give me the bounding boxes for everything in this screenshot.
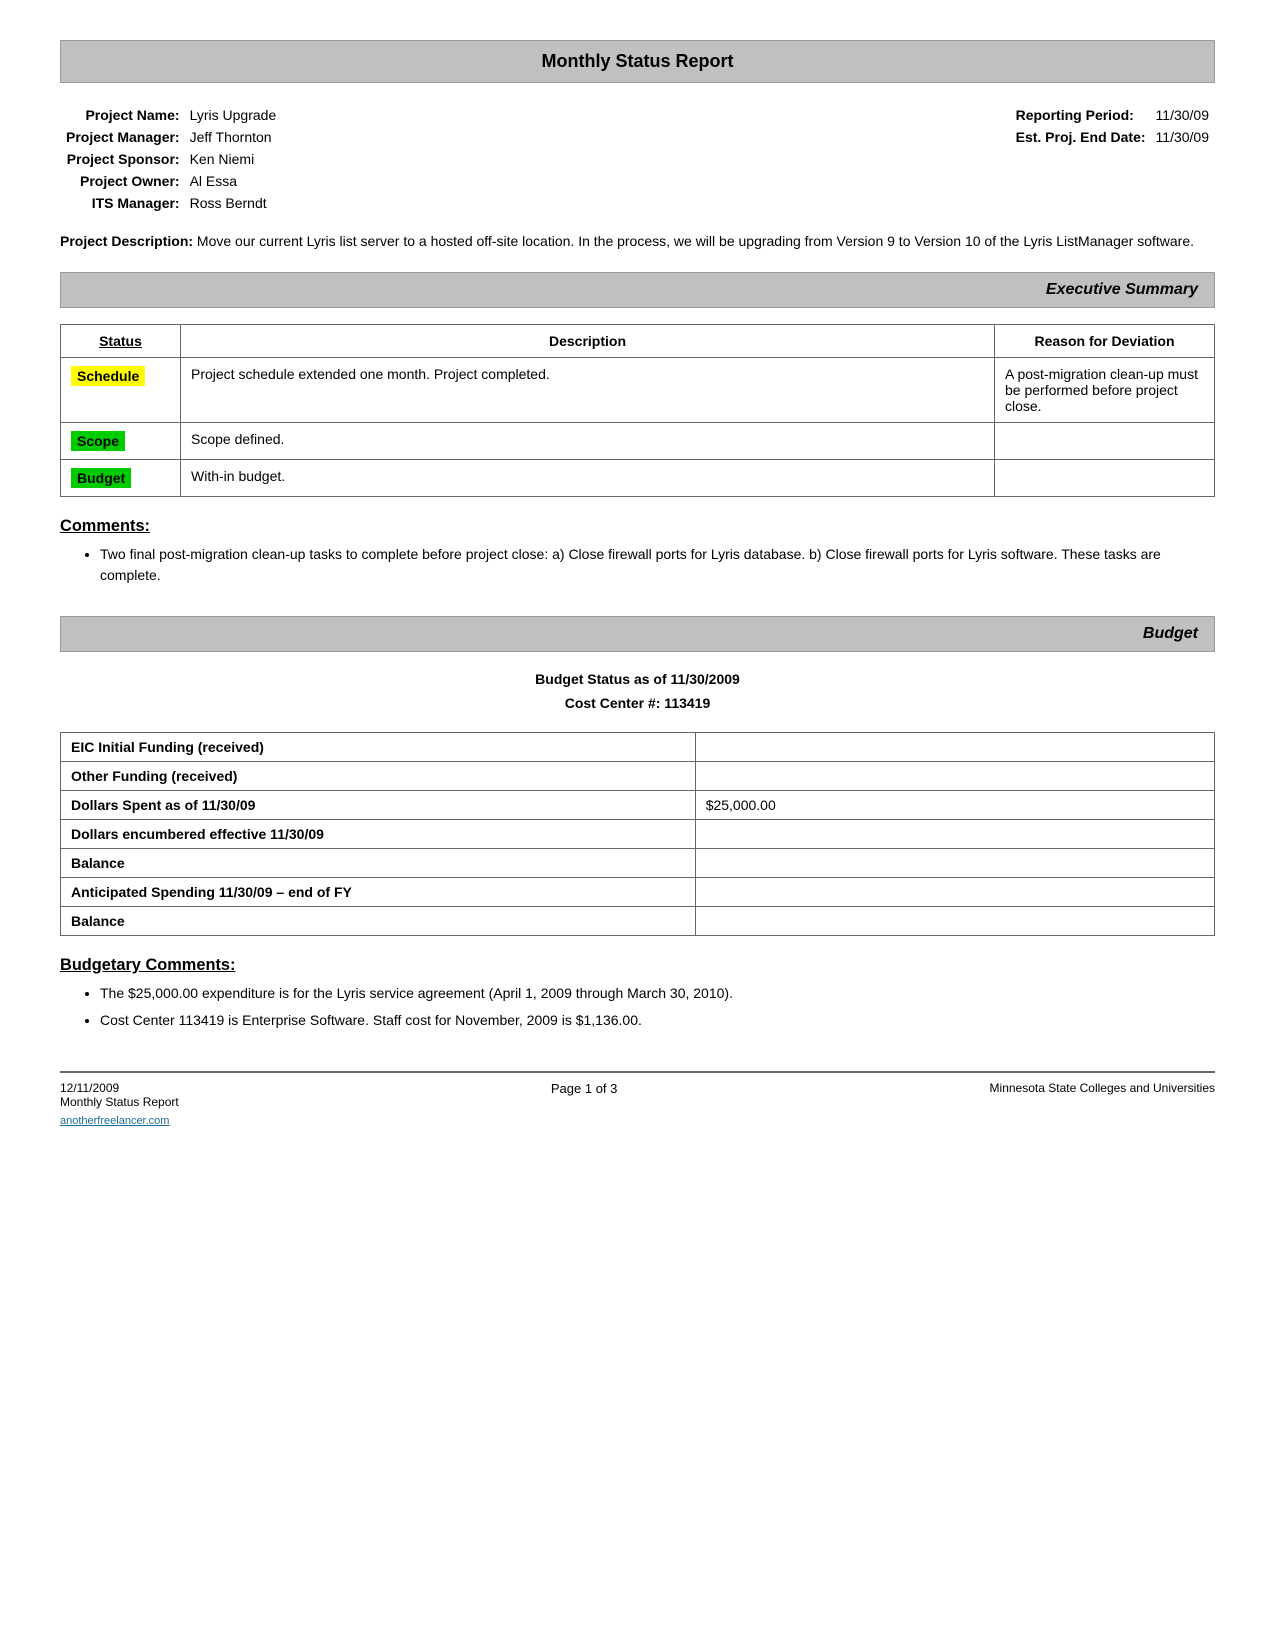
executive-summary-header: Executive Summary [60,272,1215,308]
schedule-status-cell: Schedule [61,358,181,423]
other-funding-value [695,761,1214,790]
project-description: Project Description: Move our current Ly… [60,231,1215,252]
list-item: Two final post-migration clean-up tasks … [100,544,1215,586]
reason-col-header: Reason for Deviation [995,325,1215,358]
dollars-spent-value: $25,000.00 [695,790,1214,819]
budget-status-line1: Budget Status as of 11/30/2009 [60,668,1215,692]
budget-table: EIC Initial Funding (received) Other Fun… [60,732,1215,936]
table-row: Balance [61,848,1215,877]
table-row: Schedule Project schedule extended one m… [61,358,1215,423]
budgetary-comments-section: Budgetary Comments: The $25,000.00 expen… [60,956,1215,1031]
budget-title-box: Budget Status as of 11/30/2009 Cost Cent… [60,668,1215,716]
balance-value-2 [695,906,1214,935]
footer-report-name: Monthly Status Report [60,1095,179,1109]
watermark: anotherfreelancer.com [60,1115,1215,1127]
footer-center: Page 1 of 3 [551,1081,618,1096]
description-col-header: Description [181,325,995,358]
budget-description-cell: With-in budget. [181,460,995,497]
executive-summary-title: Executive Summary [77,281,1198,299]
est-end-date-label: Est. Proj. End Date: [1012,127,1150,147]
dollars-spent-label: Dollars Spent as of 11/30/09 [61,790,696,819]
project-manager-label: Project Manager: [62,127,184,147]
status-table: Status Description Reason for Deviation … [60,324,1215,497]
project-info-right: Reporting Period: 11/30/09 Est. Proj. En… [1010,103,1215,215]
page-title-bar: Monthly Status Report [60,40,1215,83]
schedule-badge: Schedule [71,366,145,386]
footer-page-info: Page 1 of 3 [551,1081,618,1096]
budgetary-comments-label: Budgetary Comments: [60,956,1215,975]
other-funding-label: Other Funding (received) [61,761,696,790]
anticipated-spending-value [695,877,1214,906]
comments-section: Comments: Two final post-migration clean… [60,517,1215,586]
budgetary-comments-list: The $25,000.00 expenditure is for the Ly… [100,983,1215,1031]
budget-section-header: Budget [60,616,1215,652]
its-manager-label: ITS Manager: [62,193,184,213]
footer-left: 12/11/2009 Monthly Status Report [60,1081,179,1109]
balance-label-2: Balance [61,906,696,935]
schedule-reason-cell: A post-migration clean-up must be perfor… [995,358,1215,423]
balance-label-1: Balance [61,848,696,877]
scope-description-cell: Scope defined. [181,423,995,460]
project-sponsor-value: Ken Niemi [186,149,281,169]
budget-reason-cell [995,460,1215,497]
budget-badge: Budget [71,468,131,488]
budget-status-line2: Cost Center #: 113419 [60,692,1215,716]
anticipated-spending-label: Anticipated Spending 11/30/09 – end of F… [61,877,696,906]
page-footer: 12/11/2009 Monthly Status Report Page 1 … [60,1071,1215,1109]
project-info-left: Project Name: Lyris Upgrade Project Mana… [60,103,282,215]
list-item: Cost Center 113419 is Enterprise Softwar… [100,1010,1215,1031]
footer-date: 12/11/2009 [60,1081,179,1095]
project-sponsor-label: Project Sponsor: [62,149,184,169]
table-row: EIC Initial Funding (received) [61,732,1215,761]
table-row: Budget With-in budget. [61,460,1215,497]
page-title: Monthly Status Report [61,51,1214,72]
comments-list: Two final post-migration clean-up tasks … [100,544,1215,586]
project-info: Project Name: Lyris Upgrade Project Mana… [60,103,1215,215]
table-row: Dollars encumbered effective 11/30/09 [61,819,1215,848]
eic-funding-value [695,732,1214,761]
balance-value-1 [695,848,1214,877]
table-row: Dollars Spent as of 11/30/09 $25,000.00 [61,790,1215,819]
its-manager-value: Ross Berndt [186,193,281,213]
project-owner-label: Project Owner: [62,171,184,191]
table-row: Anticipated Spending 11/30/09 – end of F… [61,877,1215,906]
scope-reason-cell [995,423,1215,460]
table-row: Scope Scope defined. [61,423,1215,460]
project-name-label: Project Name: [62,105,184,125]
scope-badge: Scope [71,431,125,451]
dollars-encumbered-label: Dollars encumbered effective 11/30/09 [61,819,696,848]
dollars-encumbered-value [695,819,1214,848]
scope-status-cell: Scope [61,423,181,460]
footer-right: Minnesota State Colleges and Universitie… [990,1081,1215,1095]
est-end-date-value: 11/30/09 [1152,127,1213,147]
project-description-label: Project Description: [60,233,193,249]
budget-status-cell: Budget [61,460,181,497]
budget-section-title: Budget [77,625,1198,643]
project-owner-value: Al Essa [186,171,281,191]
footer-organization: Minnesota State Colleges and Universitie… [990,1081,1215,1095]
table-row: Balance [61,906,1215,935]
status-col-header: Status [61,325,181,358]
reporting-period-label: Reporting Period: [1012,105,1150,125]
schedule-description-cell: Project schedule extended one month. Pro… [181,358,995,423]
project-description-text: Move our current Lyris list server to a … [197,233,1194,249]
eic-funding-label: EIC Initial Funding (received) [61,732,696,761]
project-name-value: Lyris Upgrade [186,105,281,125]
project-manager-value: Jeff Thornton [186,127,281,147]
list-item: The $25,000.00 expenditure is for the Ly… [100,983,1215,1004]
table-row: Other Funding (received) [61,761,1215,790]
comments-label: Comments: [60,517,1215,536]
reporting-period-value: 11/30/09 [1152,105,1213,125]
